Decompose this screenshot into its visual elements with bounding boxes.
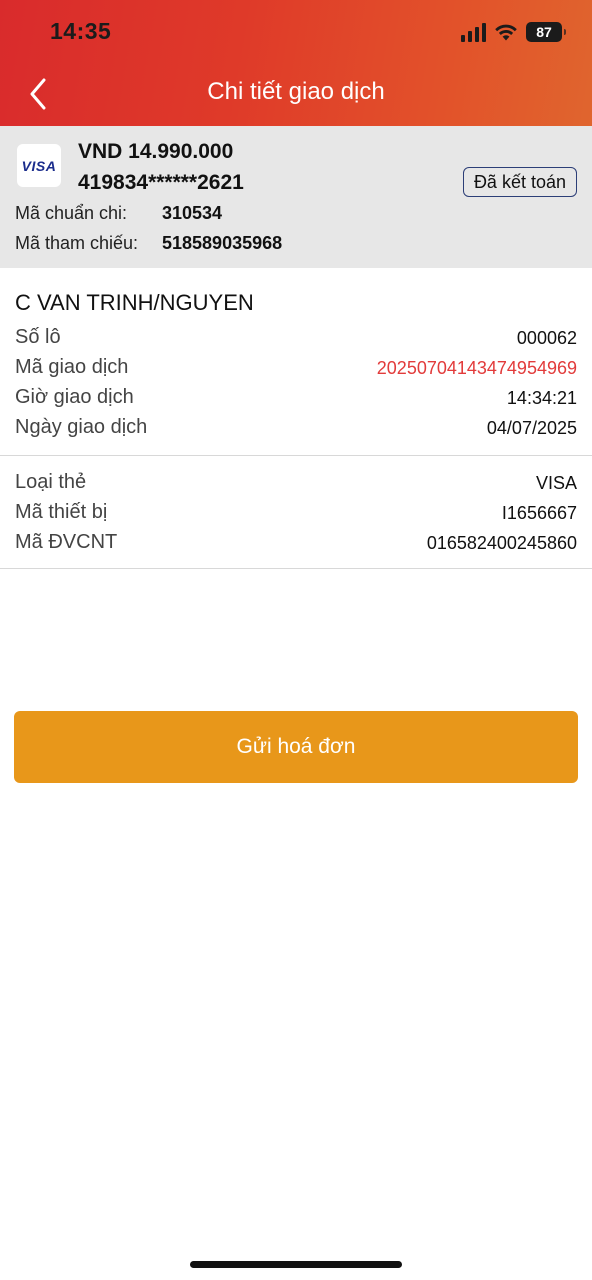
device-id-value: I1656667 (501, 503, 577, 523)
visa-logo: VISA (17, 144, 61, 187)
page-title: Chi tiết giao dịch (207, 78, 385, 105)
masked-card-number: 419834******2621 (78, 171, 244, 194)
transaction-time-label: Giờ giao dịch (15, 386, 134, 408)
reference-number-value: 518589035968 (162, 233, 283, 253)
approval-code-value: 310534 (162, 203, 223, 223)
send-invoice-button[interactable]: Gửi hoá đơn (14, 711, 578, 783)
status-badge: Đã kết toán (462, 167, 577, 197)
transaction-amount: VND 14.990.000 (78, 140, 234, 163)
status-icons: 87 (461, 20, 566, 44)
device-id-label: Mã thiết bị (15, 501, 108, 523)
section-divider (0, 455, 592, 456)
transaction-date-value: 04/07/2025 (486, 418, 577, 438)
transaction-id-label: Mã giao dịch (15, 356, 129, 378)
merchant-id-value: 016582400245860 (426, 533, 577, 553)
transaction-id-value: 20250704143474954969 (376, 358, 577, 378)
section-divider (0, 568, 592, 569)
battery-icon: 87 (526, 22, 566, 42)
card-type-value: VISA (535, 473, 577, 493)
card-type-label: Loại thẻ (15, 471, 87, 493)
batch-number-value: 000062 (516, 328, 577, 348)
app-header: 14:35 87 Chi tiết giao dịch (0, 0, 592, 126)
approval-code-label: Mã chuẩn chi: (15, 203, 128, 223)
transaction-detail-screen: 14:35 87 Chi tiết giao dịch VISA VND 14.… (0, 0, 592, 1280)
cellular-signal-icon (461, 22, 486, 42)
transaction-date-label: Ngày giao dịch (15, 416, 148, 438)
merchant-id-label: Mã ĐVCNT (15, 531, 118, 553)
home-indicator[interactable] (190, 1261, 402, 1268)
wifi-icon (495, 24, 517, 41)
reference-number-label: Mã tham chiếu: (15, 233, 139, 253)
status-time: 14:35 (50, 18, 112, 44)
transaction-time-value: 14:34:21 (506, 388, 577, 408)
batch-number-label: Số lô (15, 326, 61, 348)
cardholder-name: C VAN TRINH/NGUYEN (15, 290, 254, 315)
